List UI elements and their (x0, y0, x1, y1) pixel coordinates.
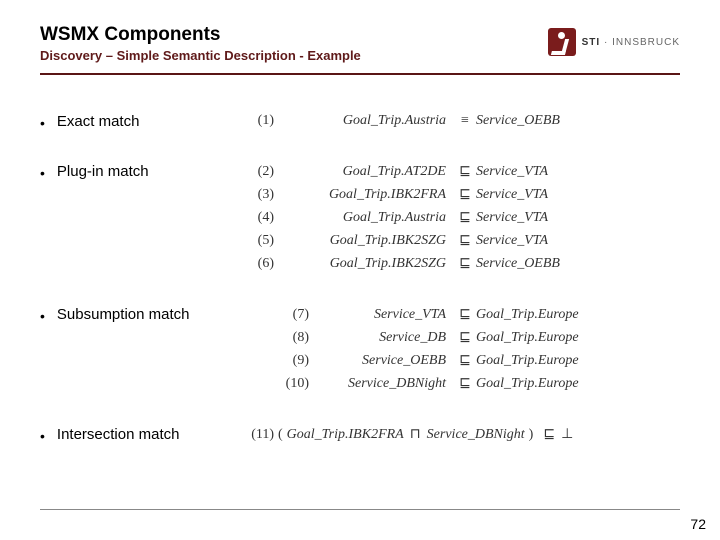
formula-6: (6) Goal_Trip.IBK2SZG ⊑ Service_OEBB (240, 255, 680, 272)
bullet-icon: • (40, 306, 45, 326)
formula-op: ⊑ (537, 426, 561, 443)
formula-rhs: Service_VTA (476, 233, 548, 249)
formula-lhs: Goal_Trip.IBK2FRA (276, 187, 454, 203)
formula-10: (10) Service_DBNight ⊑ Goal_Trip.Europe (240, 375, 680, 392)
formula-lhs: Goal_Trip.IBK2SZG (276, 233, 454, 249)
formula-op: ⊑ (454, 186, 476, 203)
group-subsumption: • Subsumption match (7) Service_VTA ⊑ Go… (40, 306, 680, 398)
formula-num: (6) (240, 256, 276, 272)
formula-5: (5) Goal_Trip.IBK2SZG ⊑ Service_VTA (240, 232, 680, 249)
formula-num: (11) (240, 427, 274, 443)
formula-lhs: Service_OEBB (311, 353, 454, 369)
formula-lhs: Goal_Trip.Austria (276, 210, 454, 226)
formula-8: (8) Service_DB ⊑ Goal_Trip.Europe (240, 329, 680, 346)
bullet-icon: • (40, 113, 45, 133)
formula-lhs: Goal_Trip.AT2DE (276, 164, 454, 180)
formula-rhs: Goal_Trip.Europe (476, 353, 579, 369)
formula-op: ≡ (454, 113, 476, 129)
bullet-subsumption: Subsumption match (57, 306, 190, 323)
formula-lhs: Service_DB (311, 330, 454, 346)
formula-9: (9) Service_OEBB ⊑ Goal_Trip.Europe (240, 352, 680, 369)
formula-num: (2) (240, 164, 276, 180)
formula-op: ⊑ (454, 375, 476, 392)
formula-num: (10) (240, 376, 311, 392)
formula-2: (2) Goal_Trip.AT2DE ⊑ Service_VTA (240, 163, 680, 180)
bullet-icon: • (40, 426, 45, 446)
formula-lhs: Goal_Trip.IBK2SZG (276, 256, 454, 272)
formula-op: ⊑ (454, 209, 476, 226)
paren-open: ( (274, 427, 287, 443)
formula-term-b: Service_DBNight (427, 427, 525, 443)
page-number: 72 (690, 516, 706, 532)
formula-rhs: Service_OEBB (476, 256, 560, 272)
formula-op: ⊑ (454, 329, 476, 346)
formula-7: (7) Service_VTA ⊑ Goal_Trip.Europe (240, 306, 680, 323)
formula-rhs: Service_VTA (476, 187, 548, 203)
formula-bot: ⊥ (561, 426, 573, 443)
formula-lhs: Service_VTA (311, 307, 454, 323)
formula-num: (8) (240, 330, 311, 346)
formula-term-a: Goal_Trip.IBK2FRA (287, 427, 404, 443)
formula-op: ⊑ (454, 352, 476, 369)
bullet-intersection: Intersection match (57, 426, 180, 443)
formula-rhs: Goal_Trip.Europe (476, 307, 579, 323)
slide-subtitle: Discovery – Simple Semantic Description … (40, 48, 548, 63)
logo-text: STI · INNSBRUCK (582, 37, 680, 48)
formula-1: (1) Goal_Trip.Austria ≡ Service_OEBB (240, 113, 680, 129)
group-exact: • Exact match (1) Goal_Trip.Austria ≡ Se… (40, 113, 680, 135)
formula-num: (3) (240, 187, 276, 203)
logo-icon (548, 28, 576, 56)
header-divider (40, 73, 680, 75)
logo-brand: STI (582, 37, 601, 48)
formula-op: ⊑ (454, 232, 476, 249)
formula-3: (3) Goal_Trip.IBK2FRA ⊑ Service_VTA (240, 186, 680, 203)
group-intersection: • Intersection match (11) ( Goal_Trip.IB… (40, 426, 680, 449)
formula-11: (11) ( Goal_Trip.IBK2FRA ⊓ Service_DBNig… (240, 426, 680, 443)
formula-num: (9) (240, 353, 311, 369)
formula-num: (5) (240, 233, 276, 249)
brand-logo: STI · INNSBRUCK (548, 28, 680, 56)
bullet-exact: Exact match (57, 113, 140, 130)
formula-rhs: Service_VTA (476, 164, 548, 180)
formula-rhs: Service_VTA (476, 210, 548, 226)
formula-lhs: Goal_Trip.Austria (276, 113, 454, 129)
formula-meet: ⊓ (404, 426, 427, 443)
group-plugin: • Plug-in match (2) Goal_Trip.AT2DE ⊑ Se… (40, 163, 680, 278)
formula-4: (4) Goal_Trip.Austria ⊑ Service_VTA (240, 209, 680, 226)
bullet-icon: • (40, 163, 45, 183)
logo-sep: · (600, 37, 612, 48)
footer-divider (40, 509, 680, 510)
formula-op: ⊑ (454, 306, 476, 323)
formula-num: (7) (240, 307, 311, 323)
logo-place: INNSBRUCK (612, 37, 680, 48)
paren-close: ) (525, 427, 538, 443)
slide-title: WSMX Components (40, 24, 548, 46)
formula-num: (1) (240, 113, 276, 129)
formula-rhs: Service_OEBB (476, 113, 560, 129)
formula-lhs: Service_DBNight (311, 376, 454, 392)
bullet-plugin: Plug-in match (57, 163, 149, 180)
formula-rhs: Goal_Trip.Europe (476, 330, 579, 346)
formula-op: ⊑ (454, 255, 476, 272)
formula-num: (4) (240, 210, 276, 226)
formula-rhs: Goal_Trip.Europe (476, 376, 579, 392)
formula-op: ⊑ (454, 163, 476, 180)
